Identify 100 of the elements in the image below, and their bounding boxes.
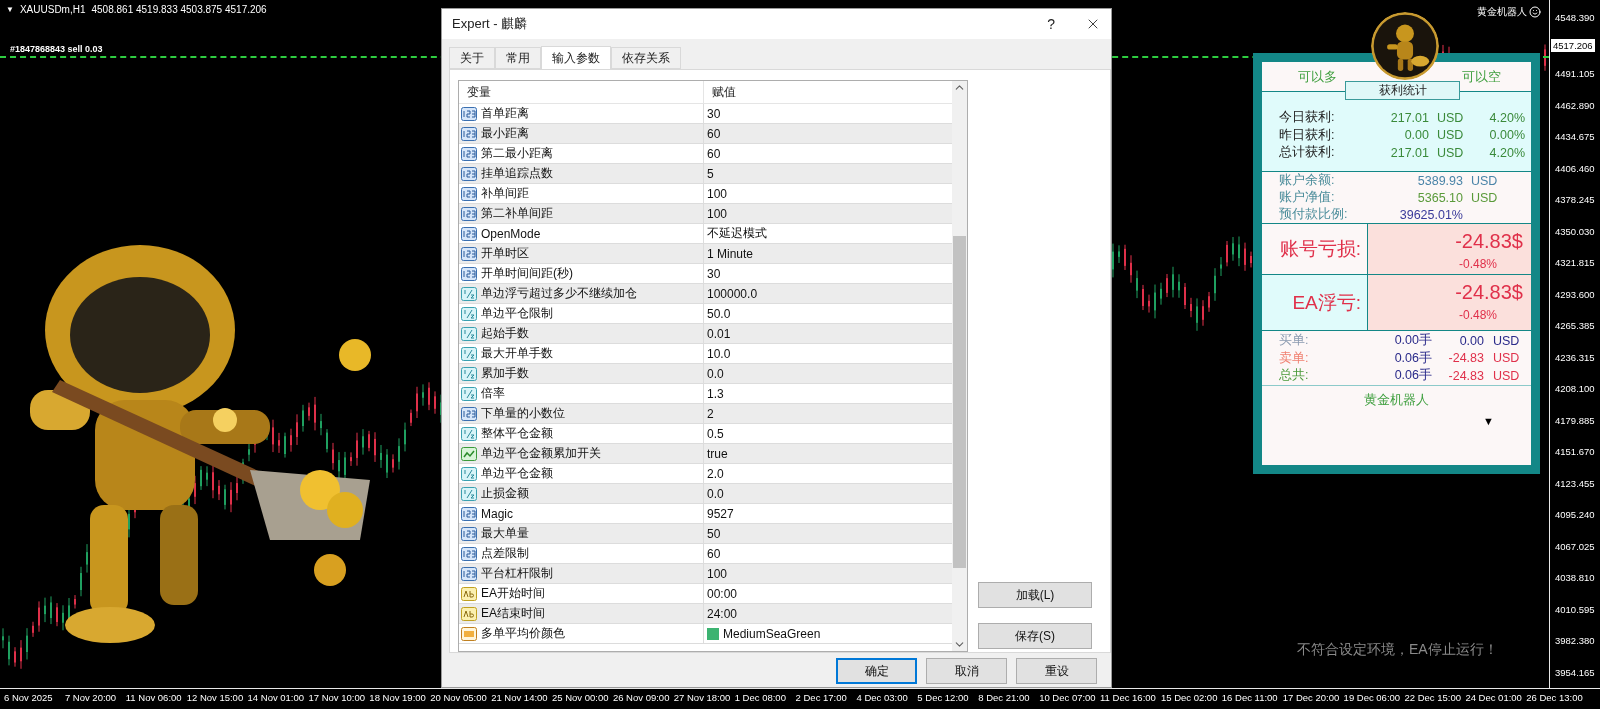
parameter-name: 起始手数 — [481, 325, 529, 342]
tab[interactable]: 依存关系 — [611, 47, 681, 69]
profit-label: 昨日获利: — [1279, 126, 1336, 144]
table-row[interactable]: 首单距离 30 — [459, 104, 952, 124]
table-row[interactable]: 点差限制 60 — [459, 544, 952, 564]
order-unit: USD — [1492, 351, 1521, 366]
table-row[interactable]: 倍率 1.3 — [459, 384, 952, 404]
time-label: 12 Nov 15:00 — [186, 691, 245, 703]
price-label: 4321.815 — [1554, 256, 1596, 270]
integer-type-icon — [461, 406, 477, 421]
loss-amount: -24.83$ — [1455, 281, 1523, 304]
scrollbar-thumb[interactable] — [953, 236, 966, 568]
account-label: 预付款比例: — [1279, 206, 1349, 223]
price-label: 4236.315 — [1554, 350, 1596, 365]
integer-type-icon — [461, 206, 477, 221]
price-label: 4038.810 — [1554, 571, 1596, 585]
column-header[interactable]: 赋值 — [704, 81, 952, 103]
table-row[interactable]: 单边平仓限制 50.0 — [459, 304, 952, 324]
table-row[interactable]: 多单平均价颜色 MediumSeaGreen — [459, 624, 952, 644]
parameter-value: 0.0 — [707, 486, 724, 501]
parameter-value: 30 — [707, 106, 721, 121]
price-label: 3982.380 — [1554, 634, 1596, 648]
text-type-icon — [461, 586, 477, 601]
profit-unit: USD — [1437, 128, 1465, 143]
table-row[interactable]: 最大单量 50 — [459, 524, 952, 544]
table-row[interactable]: Magic 9527 — [459, 504, 952, 524]
scrollbar[interactable] — [952, 81, 967, 651]
dropdown-icon[interactable]: ▼ — [1483, 415, 1494, 427]
dialog-button[interactable]: 重设 — [1016, 658, 1097, 684]
price-label: 4208.100 — [1554, 382, 1596, 396]
parameter-value: 60 — [707, 126, 721, 141]
tab[interactable]: 关于 — [449, 47, 495, 69]
table-row[interactable]: 整体平仓金额 0.5 — [459, 424, 952, 444]
table-row[interactable]: 下单量的小数位 2 — [459, 404, 952, 424]
parameter-name: 首单距离 — [481, 105, 529, 122]
time-label: 11 Nov 06:00 — [125, 691, 183, 703]
parameter-value: 2.0 — [707, 466, 724, 481]
side-button[interactable]: 加载(L) — [978, 582, 1092, 608]
color-type-icon — [461, 626, 477, 641]
boolean-type-icon — [461, 446, 477, 461]
time-label: 26 Nov 09:00 — [612, 691, 671, 703]
price-label: 4265.385 — [1554, 319, 1596, 333]
parameter-name: 单边浮亏超过多少不继续加仓 — [481, 285, 637, 302]
table-row[interactable]: 起始手数 0.01 — [459, 324, 952, 344]
time-label: 7 Nov 20:00 — [64, 691, 118, 703]
status-message: 不符合设定环境，EA停止运行！ — [1297, 641, 1498, 659]
decimal-type-icon — [461, 286, 477, 301]
side-button[interactable]: 保存(S) — [978, 623, 1092, 649]
price-label: 4434.675 — [1554, 130, 1596, 144]
table-row[interactable]: 单边浮亏超过多少不继续加仓 100000.0 — [459, 284, 952, 304]
parameter-name: EA结束时间 — [481, 605, 545, 622]
time-label: 22 Dec 15:00 — [1404, 691, 1462, 703]
order-unit: USD — [1492, 368, 1521, 383]
time-label: 20 Nov 05:00 — [430, 691, 488, 703]
parameter-name: 最大单量 — [481, 525, 529, 542]
parameter-value: true — [707, 446, 728, 461]
table-row[interactable]: 平台杠杆限制 100 — [459, 564, 952, 584]
tab[interactable]: 输入参数 — [541, 46, 611, 70]
order-amount: -24.83 — [1447, 351, 1484, 366]
table-row[interactable]: 第二补单间距 100 — [459, 204, 952, 224]
table-row[interactable]: 开单时区 1 Minute — [459, 244, 952, 264]
table-row[interactable]: 止损金额 0.0 — [459, 484, 952, 504]
time-label: 15 Dec 02:00 — [1160, 691, 1219, 703]
dialog-button[interactable]: 确定 — [836, 658, 917, 684]
dialog-button[interactable]: 取消 — [926, 658, 1007, 684]
order-lots: 0.06手 — [1393, 367, 1432, 385]
table-row[interactable]: 补单间距 100 — [459, 184, 952, 204]
parameter-value: 30 — [707, 266, 721, 281]
account-label: 账户净值: — [1279, 189, 1336, 206]
table-row[interactable]: 第二最小距离 60 — [459, 144, 952, 164]
parameter-name: 累加手数 — [481, 365, 529, 382]
table-row[interactable]: 挂单追踪点数 5 — [459, 164, 952, 184]
column-header[interactable]: 变量 — [459, 81, 704, 103]
account-unit: USD — [1471, 173, 1499, 188]
table-row[interactable]: OpenMode 不延迟模式 — [459, 224, 952, 244]
time-label: 2 Dec 17:00 — [795, 691, 848, 703]
table-row[interactable]: 累加手数 0.0 — [459, 364, 952, 384]
table-row[interactable]: 单边平仓金额累加开关 true — [459, 444, 952, 464]
table-row[interactable]: 最小距离 60 — [459, 124, 952, 144]
order-lots: 0.00手 — [1393, 332, 1432, 350]
parameter-name: 止损金额 — [481, 485, 529, 502]
price-label: 4179.885 — [1554, 413, 1596, 428]
table-row[interactable]: EA开始时间 00:00 — [459, 584, 952, 604]
table-row[interactable]: 最大开单手数 10.0 — [459, 344, 952, 364]
parameter-name: Magic — [481, 506, 513, 521]
table-row[interactable]: EA结束时间 24:00 — [459, 604, 952, 624]
parameter-value: 50 — [707, 526, 721, 541]
table-row[interactable]: 单边平仓金额 2.0 — [459, 464, 952, 484]
parameter-value: 1.3 — [707, 386, 724, 401]
order-type: 卖单: — [1279, 349, 1310, 367]
time-label: 6 Nov 2025 — [4, 691, 54, 703]
table-row[interactable]: 开单时间间距(秒) 30 — [459, 264, 952, 284]
help-button[interactable]: ? — [1047, 16, 1055, 32]
parameter-value: 00:00 — [707, 586, 738, 601]
price-label: 4491.105 — [1554, 67, 1596, 81]
symbol-menu-icon[interactable]: ▼ — [6, 5, 14, 14]
tab[interactable]: 常用 — [495, 47, 541, 69]
time-label: 17 Nov 10:00 — [308, 691, 366, 703]
parameter-name: 单边平仓金额累加开关 — [481, 445, 601, 462]
time-label: 14 Nov 01:00 — [247, 691, 306, 703]
